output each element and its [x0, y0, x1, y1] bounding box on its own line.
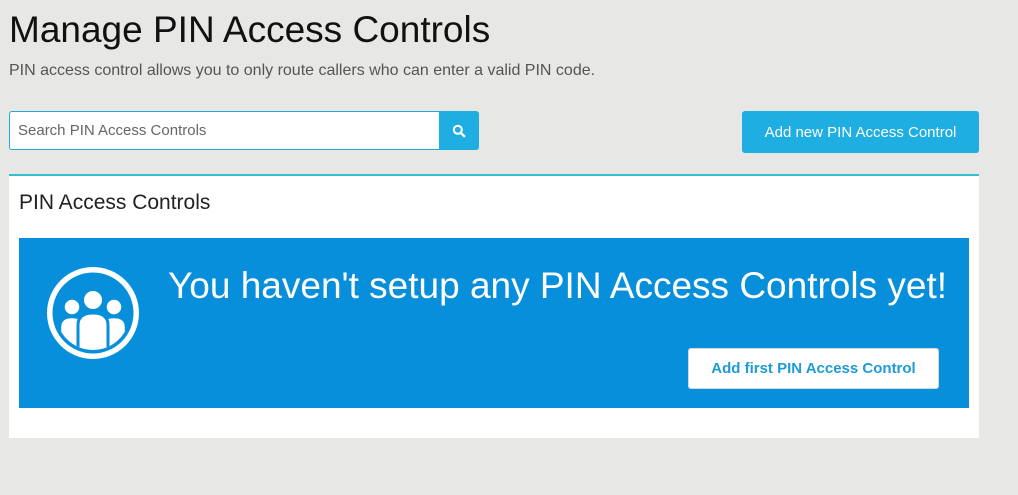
page-description: PIN access control allows you to only ro…	[9, 62, 596, 79]
empty-state-banner: You haven't setup any PIN Access Control…	[19, 238, 969, 408]
search-input[interactable]	[9, 111, 439, 150]
empty-state-message: You haven't setup any PIN Access Control…	[168, 265, 948, 306]
add-first-pin-access-control-button[interactable]: Add first PIN Access Control	[688, 348, 939, 389]
search-icon	[452, 124, 466, 137]
add-new-pin-access-control-button[interactable]: Add new PIN Access Control	[742, 111, 979, 153]
search-button[interactable]	[439, 111, 479, 150]
panel-title: PIN Access Controls	[19, 191, 211, 214]
users-group-icon	[47, 267, 139, 359]
search-group	[9, 111, 479, 150]
page-title: Manage PIN Access Controls	[9, 9, 491, 50]
pin-access-controls-panel: PIN Access Controls You haven't setup an…	[9, 174, 979, 438]
